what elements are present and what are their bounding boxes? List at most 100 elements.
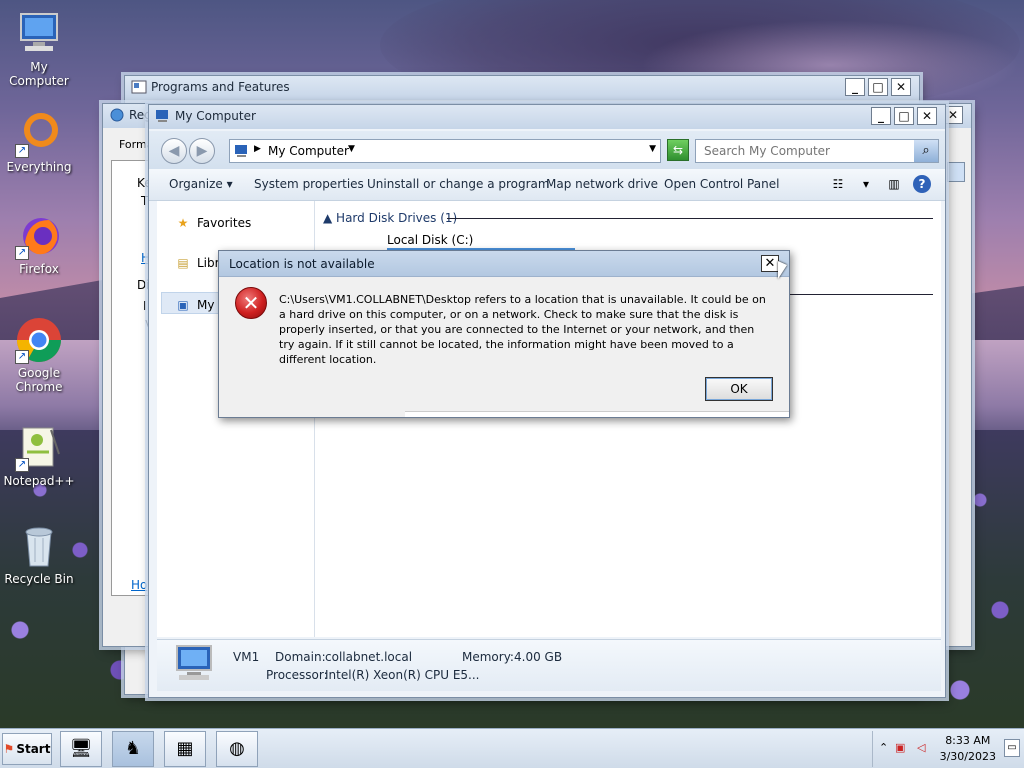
shortcut-arrow-icon: ↗	[15, 144, 29, 158]
taskbar-explorer[interactable]: ♞	[112, 731, 154, 767]
back-button[interactable]: ◀	[161, 138, 187, 164]
programs-icon: ▦	[176, 738, 194, 759]
group-divider	[447, 218, 933, 219]
view-dropdown-icon[interactable]: ▾	[857, 175, 875, 193]
map-network-drive-button[interactable]: Map network drive	[546, 177, 658, 191]
processor-label: Processor:	[266, 668, 328, 682]
desktop-icon-my-computer[interactable]: My Computer	[0, 10, 78, 88]
minimize-button[interactable]: _	[845, 78, 865, 96]
desktop-icon-recycle-bin[interactable]: Recycle Bin	[0, 522, 78, 586]
taskbar-server-manager[interactable]: 🖥	[60, 731, 102, 767]
address-row: ◀ ▶ ▶ My Computer ▼ ▼ ⇆ ⌕	[149, 131, 945, 169]
ok-button[interactable]: OK	[705, 377, 773, 401]
everything-icon: ↗	[15, 110, 63, 158]
close-button[interactable]: ✕	[891, 78, 911, 96]
title-bar[interactable]: My Computer _ □ ✕	[149, 105, 945, 129]
close-button[interactable]: ✕	[943, 106, 963, 124]
minimize-button[interactable]: _	[871, 107, 891, 125]
firefox-icon: ↗	[15, 212, 63, 260]
search-icon[interactable]: ⌕	[914, 140, 938, 162]
server-manager-icon: 🖥	[69, 738, 93, 759]
memory-value: 4.00 GB	[514, 650, 563, 664]
chrome-icon: ↗	[15, 316, 63, 364]
maximize-button[interactable]: □	[894, 107, 914, 125]
computer-icon	[15, 10, 63, 58]
show-hidden-icons-icon[interactable]: ⌃	[879, 741, 888, 754]
change-view-icon[interactable]: ☷	[829, 175, 847, 193]
open-control-panel-button[interactable]: Open Control Panel	[664, 177, 779, 191]
windows-logo-icon: ⚑	[3, 742, 15, 756]
dialog-title: Location is not available	[229, 257, 375, 271]
maximize-button[interactable]: □	[868, 78, 888, 96]
search-input[interactable]	[696, 140, 910, 162]
network-warning-icon[interactable]: ▣	[895, 741, 905, 754]
desktop-icon-label: Google Chrome	[15, 366, 63, 394]
search-box[interactable]: ⌕	[695, 139, 939, 163]
computer-icon	[234, 143, 250, 162]
details-pane: VM1 Domain: collabnet.local Memory: 4.00…	[157, 639, 941, 691]
domain-value: collabnet.local	[325, 650, 413, 664]
preview-pane-icon[interactable]: ▥	[885, 175, 903, 193]
computer-icon	[155, 109, 171, 123]
start-button[interactable]: ⚑ Start	[2, 733, 52, 765]
error-icon: ✕	[235, 287, 267, 319]
mouse-cursor	[778, 261, 787, 279]
window-title: Programs and Features	[151, 80, 290, 94]
command-bar: Organize ▾ System properties Uninstall o…	[149, 169, 945, 201]
computer-icon	[173, 644, 217, 684]
address-bar[interactable]: ▶ My Computer ▼ ▼	[229, 139, 661, 163]
refresh-button[interactable]: ⇆	[667, 139, 689, 161]
taskbar: ⚑ Start 🖥 ♞ ▦ ◍ ⌃ ▣ ◁ 8:33 AM 3/30/2023 ▭	[0, 728, 1024, 768]
programs-icon	[131, 80, 147, 94]
explorer-icon: ♞	[124, 738, 142, 759]
star-icon: ★	[177, 216, 189, 230]
close-button[interactable]: ✕	[761, 255, 779, 272]
location-unavailable-dialog[interactable]: Location is not available ✕ ✕ C:\Users\V…	[218, 250, 790, 418]
search-icon[interactable]	[947, 162, 965, 182]
organize-button[interactable]: Organize ▾	[169, 177, 233, 191]
computer-icon: ▣	[177, 298, 189, 312]
group-header-label: Hard Disk Drives (1)	[336, 211, 458, 225]
help-icon[interactable]: ?	[913, 175, 931, 193]
drive-local-disk-c[interactable]: Local Disk (C:)	[387, 233, 473, 247]
start-label: Start	[16, 742, 51, 756]
title-bar[interactable]: Programs and Features _ □ ✕	[125, 76, 919, 100]
computer-name: VM1	[233, 650, 260, 664]
clock[interactable]: 8:33 AM 3/30/2023	[940, 733, 996, 765]
chevron-down-icon[interactable]: ▼	[348, 144, 355, 154]
taskbar-programs[interactable]: ▦	[164, 731, 206, 767]
close-button[interactable]: ✕	[917, 107, 937, 125]
uninstall-program-button[interactable]: Uninstall or change a program	[367, 177, 550, 191]
memory-label: Memory:	[462, 650, 514, 664]
volume-muted-icon[interactable]: ◁	[917, 741, 925, 754]
dialog-title-bar[interactable]: Location is not available ✕	[219, 251, 789, 277]
show-desktop-icon[interactable]: ▭	[1004, 739, 1020, 757]
libraries-icon: ▤	[177, 256, 189, 270]
region-text-i: I	[143, 299, 147, 313]
clock-time: 8:33 AM	[945, 734, 991, 747]
desktop-icon-chrome[interactable]: ↗ Google Chrome	[0, 316, 78, 394]
breadcrumb[interactable]: My Computer	[268, 144, 349, 158]
nav-item-label: Favorites	[197, 216, 252, 230]
nav-item-favorites[interactable]: ★ Favorites	[175, 215, 252, 231]
address-dropdown-icon[interactable]: ▼	[649, 144, 656, 154]
chevron-right-icon[interactable]: ▶	[254, 144, 261, 154]
region-link-how[interactable]: Ho	[131, 578, 147, 592]
system-properties-button[interactable]: System properties	[254, 177, 364, 191]
recycle-bin-icon	[15, 522, 63, 570]
forward-button[interactable]: ▶	[189, 138, 215, 164]
processor-value: Intel(R) Xeon(R) CPU E5...	[325, 668, 480, 682]
desktop-icon-label: Recycle Bin	[4, 572, 74, 586]
desktop-icon-label: Firefox	[19, 262, 59, 276]
desktop-icon-label: Everything	[6, 160, 72, 174]
group-header-hard-disk-drives[interactable]: ▲ Hard Disk Drives (1)	[323, 211, 457, 225]
window-title: My Computer	[175, 109, 256, 123]
clock-date: 3/30/2023	[939, 750, 996, 763]
organize-label: Organize	[169, 177, 223, 191]
taskbar-region[interactable]: ◍	[216, 731, 258, 767]
desktop-icon-everything[interactable]: ↗ Everything	[0, 110, 78, 174]
desktop-icon-firefox[interactable]: ↗ Firefox	[0, 212, 78, 276]
desktop-icon-notepadpp[interactable]: ↗ Notepad++	[0, 424, 78, 488]
desktop-icon-label: Notepad++	[3, 474, 75, 488]
region-globe-icon	[109, 108, 125, 122]
